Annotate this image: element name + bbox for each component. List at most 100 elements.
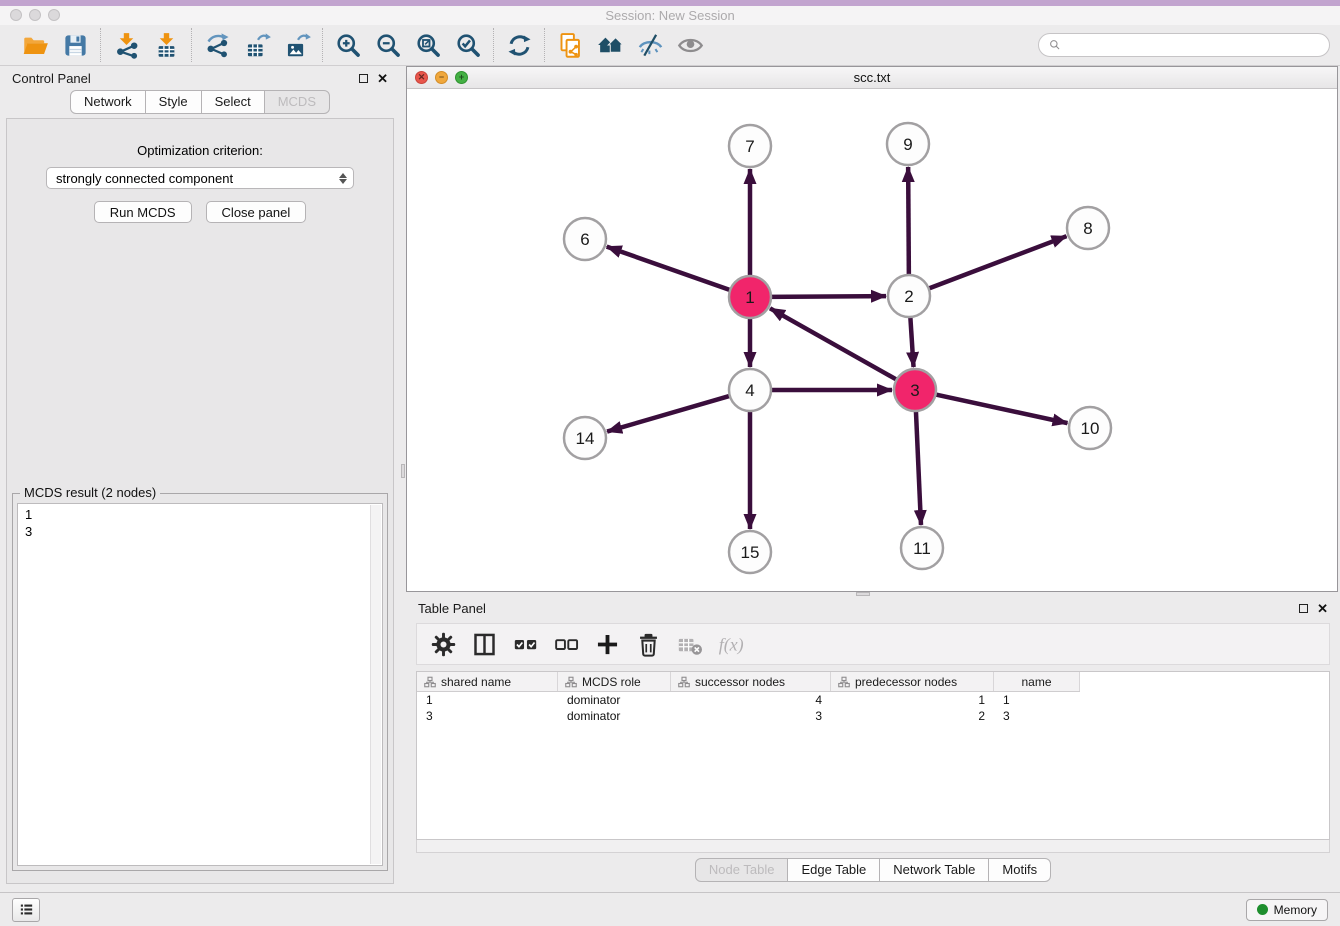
close-panel-icon[interactable]: ✕	[1317, 602, 1328, 615]
float-panel-icon[interactable]	[359, 74, 368, 83]
export-network-button[interactable]	[201, 29, 233, 61]
graph-node-4[interactable]: 4	[729, 369, 771, 411]
network-maximize-icon[interactable]: +	[455, 71, 468, 84]
tab-style[interactable]: Style	[145, 90, 202, 114]
home-button[interactable]	[594, 29, 626, 61]
table-panel-header: Table Panel ✕	[406, 596, 1340, 620]
network-minimize-icon[interactable]: −	[435, 71, 448, 84]
column-header-name[interactable]: name	[994, 672, 1080, 691]
import-network-button[interactable]	[110, 29, 142, 61]
minimize-window-icon[interactable]	[29, 9, 41, 21]
graph-edge-1-2[interactable]	[769, 296, 886, 297]
criterion-dropdown[interactable]: strongly connected component	[46, 167, 354, 189]
import-table-button[interactable]	[150, 29, 182, 61]
create-column-button[interactable]	[591, 628, 623, 660]
split-divider-horizontal[interactable]	[406, 592, 1340, 596]
save-session-button[interactable]	[59, 29, 91, 61]
table-row[interactable]: 3dominator323	[417, 708, 1329, 724]
network-canvas[interactable]: 7 9 6 8 1 2 4 3 14 10 15 11	[407, 89, 1337, 591]
graph-node-6[interactable]: 6	[564, 218, 606, 260]
zoom-out-button[interactable]	[372, 29, 404, 61]
graph-edge-2-3[interactable]	[910, 315, 913, 367]
zoom-in-button[interactable]	[332, 29, 364, 61]
float-panel-icon[interactable]	[1299, 604, 1308, 613]
graph-node-3[interactable]: 3	[894, 369, 936, 411]
hide-graphics-details-button[interactable]	[634, 29, 666, 61]
graph-edge-4-14[interactable]	[607, 395, 732, 431]
table-cell[interactable]: 3	[994, 708, 1080, 724]
table-cell[interactable]: dominator	[558, 708, 671, 724]
table-horizontal-scrollbar[interactable]	[416, 840, 1330, 853]
table-cell[interactable]: 3	[417, 708, 558, 724]
node-table[interactable]: shared nameMCDS rolesuccessor nodesprede…	[416, 671, 1330, 840]
table-body: 1dominator4113dominator323	[417, 692, 1329, 724]
divider-grip-icon[interactable]	[401, 464, 405, 478]
network-document-button[interactable]	[554, 29, 586, 61]
close-window-icon[interactable]	[10, 9, 22, 21]
table-cell[interactable]: 2	[831, 708, 994, 724]
tab-node-table[interactable]: Node Table	[695, 858, 789, 882]
graph-node-1[interactable]: 1	[729, 276, 771, 318]
graph-edge-2-9[interactable]	[908, 167, 909, 277]
memory-label: Memory	[1274, 903, 1317, 917]
close-panel-icon[interactable]: ✕	[377, 72, 388, 85]
graph-node-7[interactable]: 7	[729, 125, 771, 167]
graph-node-10[interactable]: 10	[1069, 407, 1111, 449]
table-cell[interactable]: dominator	[558, 692, 671, 708]
export-table-button[interactable]	[241, 29, 273, 61]
memory-button[interactable]: Memory	[1246, 899, 1328, 921]
delete-columns-button[interactable]	[632, 628, 664, 660]
open-session-button[interactable]	[19, 29, 51, 61]
graph-edge-3-1[interactable]	[770, 308, 898, 380]
run-mcds-button[interactable]: Run MCDS	[94, 201, 192, 223]
zoom-fit-button[interactable]	[412, 29, 444, 61]
network-close-icon[interactable]: ✕	[415, 71, 428, 84]
select-all-columns-button[interactable]	[509, 628, 541, 660]
tab-network[interactable]: Network	[70, 90, 146, 114]
search-field[interactable]	[1038, 33, 1330, 57]
zoom-group	[323, 29, 493, 61]
tab-select[interactable]: Select	[201, 90, 265, 114]
mcds-result-text[interactable]: 13	[17, 503, 383, 866]
close-panel-button[interactable]: Close panel	[206, 201, 307, 223]
graph-edge-1-6[interactable]	[607, 247, 732, 291]
column-header-mcds-role[interactable]: MCDS role	[558, 672, 671, 691]
column-header-successor-nodes[interactable]: successor nodes	[671, 672, 831, 691]
network-graph[interactable]: 7 9 6 8 1 2 4 3 14 10 15 11	[407, 89, 1335, 591]
table-cell[interactable]: 4	[671, 692, 831, 708]
graph-node-11[interactable]: 11	[901, 527, 943, 569]
settings-gear-button[interactable]	[427, 628, 459, 660]
graph-node-14[interactable]: 14	[564, 417, 606, 459]
show-graphics-details-button[interactable]	[674, 29, 706, 61]
task-history-button[interactable]	[12, 898, 40, 922]
toggle-columns-button[interactable]	[468, 628, 500, 660]
table-cell[interactable]: 3	[671, 708, 831, 724]
graph-edge-3-10[interactable]	[934, 394, 1068, 423]
column-header-shared-name[interactable]: shared name	[417, 672, 558, 691]
result-scrollbar[interactable]	[370, 505, 381, 864]
export-image-button[interactable]	[281, 29, 313, 61]
node-label: 10	[1081, 419, 1100, 438]
graph-edge-2-8[interactable]	[927, 236, 1067, 289]
search-input[interactable]	[1068, 38, 1320, 53]
tab-mcds[interactable]: MCDS	[264, 90, 330, 114]
table-row[interactable]: 1dominator411	[417, 692, 1329, 708]
column-header-predecessor-nodes[interactable]: predecessor nodes	[831, 672, 994, 691]
graph-node-9[interactable]: 9	[887, 123, 929, 165]
tab-network-table[interactable]: Network Table	[879, 858, 989, 882]
graph-node-8[interactable]: 8	[1067, 207, 1109, 249]
divider-grip-icon[interactable]	[856, 592, 870, 596]
graph-node-2[interactable]: 2	[888, 275, 930, 317]
graph-edge-3-11[interactable]	[916, 409, 921, 525]
graph-node-15[interactable]: 15	[729, 531, 771, 573]
tab-edge-table[interactable]: Edge Table	[787, 858, 880, 882]
tab-motifs[interactable]: Motifs	[988, 858, 1051, 882]
zoom-selected-button[interactable]	[452, 29, 484, 61]
unselect-all-columns-button[interactable]	[550, 628, 582, 660]
split-divider-vertical[interactable]	[400, 66, 406, 892]
table-cell[interactable]: 1	[417, 692, 558, 708]
table-cell[interactable]: 1	[831, 692, 994, 708]
refresh-view-button[interactable]	[503, 29, 535, 61]
table-cell[interactable]: 1	[994, 692, 1080, 708]
maximize-window-icon[interactable]	[48, 9, 60, 21]
